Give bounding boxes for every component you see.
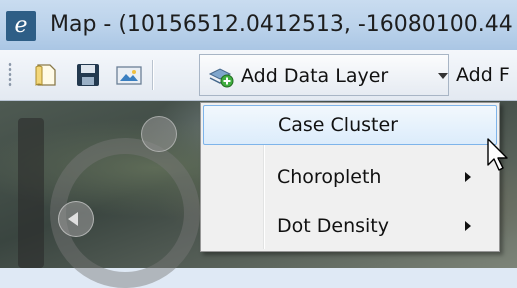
menu-item-label: Choropleth xyxy=(277,166,382,188)
save-icon[interactable] xyxy=(74,62,102,88)
add-data-layer-menu: Case Cluster Choropleth Dot Density xyxy=(200,102,500,252)
menu-item-label: Case Cluster xyxy=(278,114,398,136)
pan-up-button[interactable] xyxy=(141,116,177,152)
window-title: Map - (10156512.0412513, -16080100.44 xyxy=(50,12,513,37)
pan-left-button[interactable] xyxy=(58,201,94,237)
menu-item-choropleth[interactable]: Choropleth xyxy=(203,158,497,198)
menu-item-case-cluster[interactable]: Case Cluster xyxy=(203,105,497,145)
add-data-layer-label: Add Data Layer xyxy=(241,65,389,87)
image-icon[interactable] xyxy=(115,62,143,88)
add-data-layer-button[interactable]: Add Data Layer xyxy=(199,54,449,96)
toolbar: Add Data Layer Add F xyxy=(0,50,517,101)
title-bar: e Map - (10156512.0412513, -16080100.44 xyxy=(0,0,517,51)
chevron-down-icon xyxy=(438,73,448,79)
open-icon[interactable] xyxy=(32,62,60,88)
zoom-slider[interactable] xyxy=(18,118,44,268)
toolbar-grip[interactable] xyxy=(8,62,12,88)
menu-item-label: Dot Density xyxy=(277,215,389,237)
mouse-cursor-icon xyxy=(487,138,508,171)
submenu-arrow-icon xyxy=(465,172,471,182)
next-toolbar-button[interactable]: Add F xyxy=(456,64,510,86)
menu-item-dot-density[interactable]: Dot Density xyxy=(203,207,497,247)
add-layer-icon xyxy=(208,68,234,88)
app-icon: e xyxy=(6,11,36,41)
submenu-arrow-icon xyxy=(465,221,471,231)
toolbar-separator xyxy=(152,60,154,90)
